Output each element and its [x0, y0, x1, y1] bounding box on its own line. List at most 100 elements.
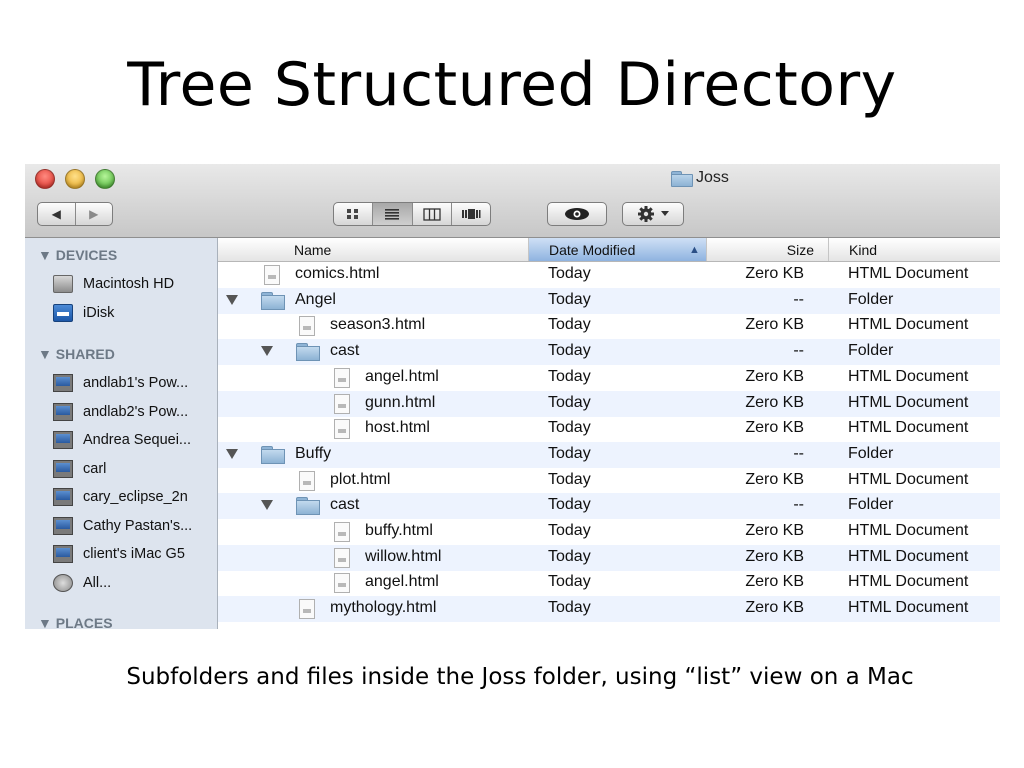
file-name: comics.html	[295, 265, 380, 282]
file-name: mythology.html	[330, 599, 437, 617]
file-size: Zero KB	[745, 573, 804, 591]
sidebar-item-label: iDisk	[83, 305, 115, 321]
icon-view-icon	[347, 209, 359, 219]
quick-look-button[interactable]	[547, 202, 607, 226]
file-size: --	[793, 444, 804, 462]
icon-view-button[interactable]	[334, 203, 372, 225]
minimize-window-button[interactable]	[65, 169, 85, 189]
sidebar-item-shared-2[interactable]: Andrea Sequei...	[53, 429, 191, 451]
date-modified: Today	[548, 265, 591, 282]
list-view-button[interactable]	[372, 203, 412, 225]
file-kind: Folder	[848, 496, 894, 514]
table-row[interactable]: Angel Today -- Folder	[218, 287, 1000, 314]
hard-drive-icon	[53, 275, 73, 293]
table-row[interactable]: gunn.html Today Zero KB HTML Document	[218, 390, 1000, 417]
disclosure-triangle-icon[interactable]	[261, 500, 273, 511]
disclosure-triangle-icon[interactable]	[261, 346, 273, 357]
file-name: angel.html	[365, 367, 439, 385]
file-name: cast	[330, 496, 360, 514]
folder-icon	[671, 170, 693, 187]
table-row[interactable]: Buffy Today -- Folder	[218, 441, 1000, 468]
date-modified: Today	[548, 444, 591, 462]
sidebar-item-shared-6[interactable]: client's iMac G5	[53, 543, 185, 565]
back-forward-control: ◀ ▶	[37, 202, 113, 226]
file-name: buffy.html	[365, 522, 433, 539]
sidebar-item-shared-4[interactable]: cary_eclipse_2n	[53, 486, 188, 508]
table-row[interactable]: host.html Today Zero KB HTML Document	[218, 416, 1000, 442]
folder-icon	[261, 291, 285, 310]
file-kind: Folder	[848, 342, 894, 360]
sidebar-section-devices[interactable]: ▼ DEVICES	[38, 247, 117, 263]
coverflow-view-icon	[461, 209, 481, 219]
file-kind: HTML Document	[848, 547, 969, 565]
html-file-icon	[334, 367, 350, 388]
file-name: Buffy	[295, 444, 332, 462]
file-size: Zero KB	[745, 522, 804, 539]
date-modified: Today	[548, 316, 591, 334]
sidebar-item-shared-1[interactable]: andlab2's Pow...	[53, 401, 188, 423]
date-modified: Today	[548, 290, 591, 308]
slide-title: Tree Structured Directory	[127, 50, 897, 120]
html-file-icon	[334, 419, 350, 440]
monitor-icon	[53, 545, 73, 563]
date-modified: Today	[548, 367, 591, 385]
column-view-button[interactable]	[411, 203, 451, 225]
sidebar-item-shared-5[interactable]: Cathy Pastan's...	[53, 515, 192, 537]
file-name: willow.html	[365, 547, 442, 565]
sidebar-section-shared[interactable]: ▼ SHARED	[38, 346, 115, 362]
action-menu-button[interactable]	[622, 202, 684, 226]
sidebar-item-shared-0[interactable]: andlab1's Pow...	[53, 372, 188, 394]
file-name: plot.html	[330, 470, 391, 488]
file-kind: HTML Document	[848, 522, 969, 539]
html-file-icon	[299, 316, 315, 337]
column-header-size[interactable]: Size	[706, 238, 828, 261]
back-button[interactable]: ◀	[38, 203, 75, 225]
table-row[interactable]: cast Today -- Folder	[218, 339, 1000, 366]
zoom-window-button[interactable]	[95, 169, 115, 189]
html-file-icon	[299, 599, 315, 620]
table-row[interactable]: buffy.html Today Zero KB HTML Document	[218, 519, 1000, 545]
column-header-kind[interactable]: Kind	[828, 238, 1000, 261]
file-size: Zero KB	[745, 367, 804, 385]
date-modified: Today	[548, 573, 591, 591]
sidebar-item-shared-7[interactable]: All...	[53, 572, 111, 594]
sidebar-item-label: andlab1's Pow...	[83, 375, 189, 391]
table-row[interactable]: season3.html Today Zero KB HTML Document	[218, 313, 1000, 339]
disclosure-triangle-icon[interactable]	[226, 448, 238, 459]
file-name: cast	[330, 342, 360, 360]
file-name: angel.html	[365, 573, 439, 591]
table-row[interactable]: angel.html Today Zero KB HTML Document	[218, 365, 1000, 391]
sidebar-item-devices-0[interactable]: Macintosh HD	[53, 273, 174, 295]
sidebar-section-places[interactable]: ▼ PLACES	[38, 615, 113, 629]
table-row[interactable]: willow.html Today Zero KB HTML Document	[218, 544, 1000, 571]
sort-ascending-icon: ▲	[689, 243, 700, 256]
coverflow-view-button[interactable]	[450, 203, 490, 225]
table-row[interactable]: plot.html Today Zero KB HTML Document	[218, 468, 1000, 494]
monitor-icon	[53, 516, 73, 535]
monitor-icon	[53, 402, 73, 421]
file-size: Zero KB	[745, 393, 804, 411]
file-size: --	[793, 342, 804, 360]
table-row[interactable]: comics.html Today Zero KB HTML Document	[218, 262, 1000, 288]
date-modified: Today	[548, 470, 591, 488]
table-row[interactable]: mythology.html Today Zero KB HTML Document	[218, 596, 1000, 623]
sidebar-item-shared-3[interactable]: carl	[53, 458, 106, 480]
file-name: host.html	[365, 419, 430, 437]
file-size: Zero KB	[745, 419, 804, 437]
column-header-name[interactable]: Name	[218, 238, 528, 261]
file-size: Zero KB	[745, 470, 804, 488]
html-file-icon	[334, 522, 350, 542]
close-window-button[interactable]	[35, 169, 55, 189]
date-modified: Today	[548, 547, 591, 565]
disclosure-triangle-icon[interactable]	[226, 294, 238, 305]
forward-button[interactable]: ▶	[74, 203, 113, 225]
eye-icon	[565, 208, 589, 220]
table-row[interactable]: cast Today -- Folder	[218, 493, 1000, 520]
sidebar-item-devices-1[interactable]: iDisk	[53, 302, 114, 324]
table-row[interactable]: angel.html Today Zero KB HTML Document	[218, 570, 1000, 596]
monitor-icon	[53, 488, 73, 506]
forward-arrow-icon: ▶	[89, 207, 99, 221]
slide-caption: Subfolders and files inside the Joss fol…	[126, 664, 914, 690]
sidebar-item-label: All...	[83, 574, 112, 591]
column-header-date-modified[interactable]: Date Modified ▲	[528, 238, 706, 261]
